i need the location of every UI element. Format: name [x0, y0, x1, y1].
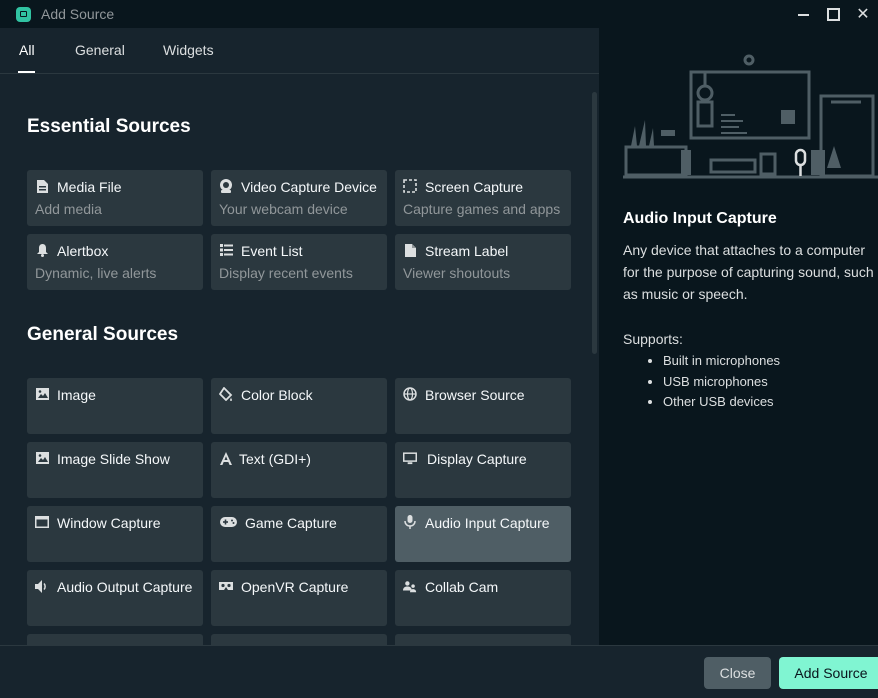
- supports-item: Other USB devices: [663, 392, 780, 413]
- source-description: Capture games and apps: [403, 201, 561, 217]
- source-card-window-capture[interactable]: Window Capture: [27, 506, 203, 562]
- source-description: Display recent events: [219, 265, 353, 281]
- source-detail-description: Any device that attaches to a computer f…: [623, 242, 874, 302]
- text-icon: [219, 451, 233, 465]
- source-card-image-slide-show[interactable]: Image Slide Show: [27, 442, 203, 498]
- audio-input-illustration: [623, 54, 878, 179]
- source-card-event-list[interactable]: Event List Display recent events: [211, 234, 387, 290]
- source-tabs: All General Widgets: [0, 28, 599, 74]
- source-card-media-file[interactable]: Media File Add media: [27, 170, 203, 226]
- globe-icon: [403, 387, 417, 401]
- tab-general[interactable]: General: [75, 42, 125, 58]
- source-description: Your webcam device: [219, 201, 348, 217]
- source-name: Text (GDI+): [239, 451, 311, 467]
- source-name: Game Capture: [245, 515, 337, 531]
- title-bar: Add Source ✕: [0, 0, 878, 28]
- maximize-button[interactable]: [818, 0, 848, 28]
- source-name: Browser Source: [425, 387, 525, 403]
- window-icon: [35, 515, 49, 529]
- microphone-icon: [403, 515, 417, 529]
- minimize-button[interactable]: [788, 0, 818, 28]
- close-button[interactable]: Close: [704, 657, 771, 689]
- tab-all[interactable]: All: [19, 42, 35, 58]
- source-card-alertbox[interactable]: Alertbox Dynamic, live alerts: [27, 234, 203, 290]
- source-name: OpenVR Capture: [241, 579, 349, 595]
- source-card-text-gdi[interactable]: Text (GDI+): [211, 442, 387, 498]
- source-detail-pane: Audio Input Capture Any device that atta…: [599, 28, 878, 645]
- active-tab-indicator: [18, 71, 35, 73]
- source-card-display-capture[interactable]: Display Capture: [395, 442, 571, 498]
- dialog-footer: Close Add Source: [0, 645, 878, 698]
- supports-item: Built in microphones: [663, 351, 780, 372]
- source-description: Add media: [35, 201, 102, 217]
- source-list-pane: All General Widgets Essential Sources Me…: [0, 28, 599, 645]
- source-name: Image Slide Show: [57, 451, 170, 467]
- source-card-video-capture-device[interactable]: Video Capture Device Your webcam device: [211, 170, 387, 226]
- webcam-icon: [219, 179, 233, 193]
- app-logo-icon: [16, 6, 31, 22]
- add-source-button[interactable]: Add Source: [779, 657, 878, 689]
- image-icon: [35, 451, 49, 465]
- bell-icon: [35, 243, 49, 257]
- source-card-partial[interactable]: [27, 634, 203, 645]
- source-card-color-block[interactable]: Color Block: [211, 378, 387, 434]
- source-detail-title: Audio Input Capture: [623, 210, 777, 227]
- source-name: Event List: [241, 243, 303, 259]
- source-card-stream-label[interactable]: Stream Label Viewer shoutouts: [395, 234, 571, 290]
- source-name: Alertbox: [57, 243, 109, 259]
- screen-select-icon: [403, 179, 417, 193]
- source-card-collab-cam[interactable]: Collab Cam: [395, 570, 571, 626]
- gamepad-icon: [219, 515, 237, 529]
- source-card-audio-input-capture[interactable]: Audio Input Capture: [395, 506, 571, 562]
- supports-list: Built in microphones USB microphones Oth…: [623, 351, 780, 413]
- essential-sources-title: Essential Sources: [27, 116, 191, 137]
- speaker-icon: [35, 579, 49, 593]
- source-card-game-capture[interactable]: Game Capture: [211, 506, 387, 562]
- source-name: Color Block: [241, 387, 313, 403]
- source-description: Viewer shoutouts: [403, 265, 511, 281]
- source-card-openvr-capture[interactable]: OpenVR Capture: [211, 570, 387, 626]
- source-name: Stream Label: [425, 243, 509, 259]
- monitor-icon: [403, 451, 417, 465]
- source-card-partial[interactable]: [395, 634, 571, 645]
- source-name: Collab Cam: [425, 579, 499, 595]
- label-file-icon: [403, 243, 417, 257]
- source-card-audio-output-capture[interactable]: Audio Output Capture: [27, 570, 203, 626]
- maximize-icon: [826, 7, 840, 21]
- source-card-image[interactable]: Image: [27, 378, 203, 434]
- supports-item: USB microphones: [663, 372, 780, 393]
- source-name: Audio Output Capture: [57, 579, 193, 595]
- window-title: Add Source: [41, 6, 115, 22]
- window-controls: ✕: [788, 0, 878, 28]
- paint-bucket-icon: [219, 387, 233, 401]
- close-window-button[interactable]: ✕: [848, 0, 878, 28]
- image-icon: [35, 387, 49, 401]
- tab-widgets[interactable]: Widgets: [163, 42, 214, 58]
- source-name: Audio Input Capture: [425, 515, 550, 531]
- vr-icon: [219, 579, 233, 593]
- scrollbar[interactable]: [592, 92, 597, 354]
- file-icon: [35, 179, 49, 193]
- users-icon: [403, 579, 417, 593]
- supports-label: Supports:: [623, 331, 683, 347]
- source-name: Window Capture: [57, 515, 161, 531]
- source-card-partial[interactable]: [211, 634, 387, 645]
- list-icon: [219, 243, 233, 257]
- close-icon: ✕: [856, 6, 870, 23]
- source-card-browser-source[interactable]: Browser Source: [395, 378, 571, 434]
- source-name: Video Capture Device: [241, 179, 377, 195]
- source-name: Screen Capture: [425, 179, 524, 195]
- general-sources-title: General Sources: [27, 324, 179, 345]
- source-name: Image: [57, 387, 96, 403]
- source-description: Dynamic, live alerts: [35, 265, 157, 281]
- source-card-screen-capture[interactable]: Screen Capture Capture games and apps: [395, 170, 571, 226]
- source-name: Media File: [57, 179, 122, 195]
- minimize-icon: [797, 14, 809, 16]
- source-name: Display Capture: [427, 451, 527, 467]
